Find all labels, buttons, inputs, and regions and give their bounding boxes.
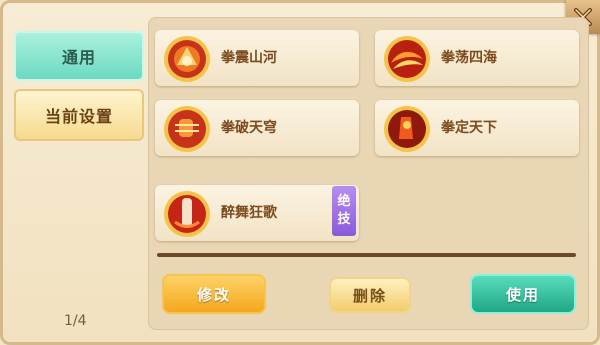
delete-button[interactable]: 删除 (329, 277, 411, 313)
ultimate-badge-char-2: 技 (337, 212, 351, 227)
skill-name: 拳震山河 (221, 50, 277, 66)
ultimate-badge: 绝 技 (332, 186, 356, 236)
skill-name: 拳破天穹 (221, 120, 277, 136)
use-button[interactable]: 使用 (470, 274, 576, 314)
panel-divider (157, 253, 576, 257)
tab-current-settings[interactable]: 当前设置 (14, 89, 144, 141)
modify-button-label: 修改 (196, 285, 231, 304)
fist-wave-icon (384, 36, 430, 82)
fist-sky-icon (164, 106, 210, 152)
skill-card-quan-dang-si-hai[interactable]: 拳荡四海 (375, 30, 579, 86)
fist-world-icon (384, 106, 430, 152)
skill-name: 拳定天下 (441, 120, 497, 136)
modify-button[interactable]: 修改 (162, 274, 266, 314)
skill-name: 醉舞狂歌 (221, 205, 277, 221)
ultimate-badge-char-1: 绝 (337, 194, 351, 209)
use-button-label: 使用 (505, 285, 540, 304)
skill-name: 拳荡四海 (441, 50, 497, 66)
skill-card-quan-zhen-shan-he[interactable]: 拳震山河 (155, 30, 359, 86)
drunk-dance-icon (164, 191, 210, 237)
delete-button-label: 删除 (352, 286, 387, 305)
page-indicator: 1/4 (64, 313, 87, 329)
fist-earth-icon (164, 36, 210, 82)
skill-card-zui-wu-kuang-ge[interactable]: 醉舞狂歌 绝 技 (155, 185, 359, 241)
tab-general-label: 通用 (61, 48, 96, 67)
tab-current-settings-label: 当前设置 (44, 107, 113, 126)
skill-card-quan-po-tian-qiong[interactable]: 拳破天穹 (155, 100, 359, 156)
skill-card-quan-ding-tian-xia[interactable]: 拳定天下 (375, 100, 579, 156)
tab-general[interactable]: 通用 (14, 31, 144, 81)
